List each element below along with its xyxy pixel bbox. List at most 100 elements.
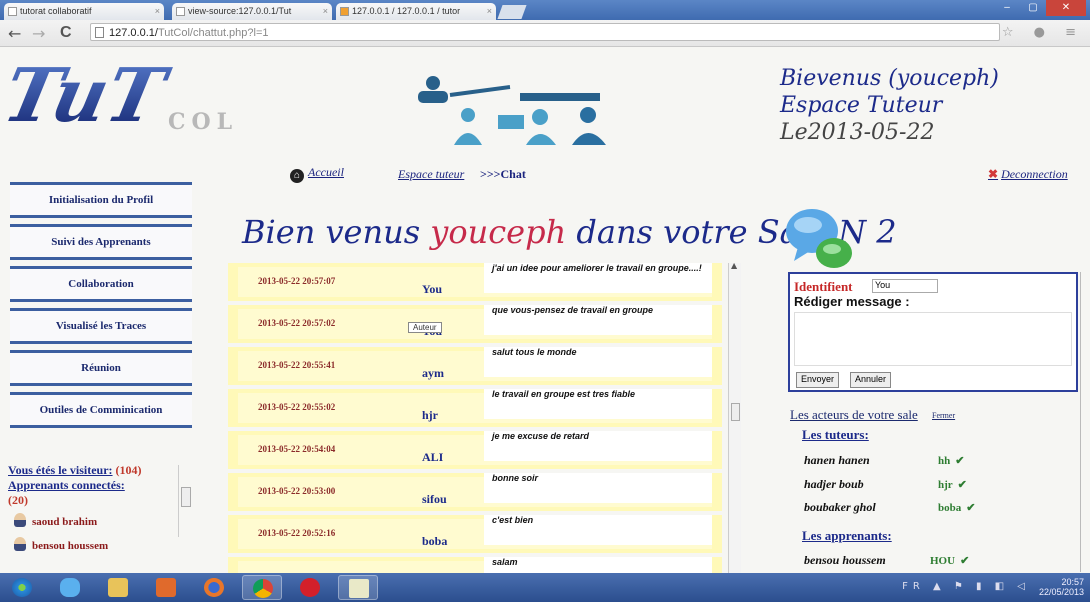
page-scrollbar[interactable] (1080, 272, 1089, 572)
message-time: 2013-05-22 20:54:04 (258, 444, 336, 454)
checkmark-icon: ✔ (960, 555, 970, 567)
connected-user-name: bensou houssem (32, 540, 109, 552)
home-icon: ⌂ (290, 169, 304, 183)
message-time: 2013-05-22 20:57:02 (258, 318, 336, 328)
forward-arrow-icon[interactable]: → (32, 24, 45, 43)
svg-text:TuT: TuT (8, 55, 177, 137)
web-page: TuT COL Bievenus (youceph) Espace Tuteur… (0, 47, 1090, 573)
chat-message-row: 2013-05-22 20:54:04 ALI je me excuse de … (228, 431, 722, 469)
title-prefix: Bien venus (242, 213, 431, 251)
scroll-thumb[interactable] (181, 487, 191, 507)
tab-phpmyadmin[interactable]: 127.0.0.1 / 127.0.0.1 / tutor × (336, 3, 496, 20)
actors-title: Les acteurs de votre sale (790, 407, 918, 422)
address-bar[interactable]: 127.0.0.1/TutCol/chattut.php?l=1 (90, 23, 1000, 41)
message-author[interactable]: hjr (422, 408, 438, 423)
chat-message-row: 2013-05-22 20:52:16 boba c'est bien (228, 515, 722, 553)
sidebar-item-label: Réunion (81, 362, 121, 374)
chat-scrollbar[interactable]: ▲ (728, 261, 741, 573)
learners-heading: Les apprenants: (802, 528, 892, 543)
user-avatar-icon (14, 537, 26, 551)
window-controls: – ▢ ✕ (994, 0, 1086, 18)
chat-message-row: 2013-05-22 20:55:02 hjr le travail en gr… (228, 389, 722, 427)
tab-tutorat[interactable]: tutorat collaboratif × (4, 3, 164, 20)
tab-close-icon[interactable]: × (487, 3, 492, 20)
message-time: 2013-05-22 20:53:00 (258, 486, 336, 496)
taskbar-media[interactable] (146, 575, 186, 600)
reload-icon[interactable]: C (60, 24, 72, 42)
taskbar-chrome[interactable] (242, 575, 282, 600)
tab-title: 127.0.0.1 / 127.0.0.1 / tutor (352, 6, 461, 16)
scroll-thumb[interactable] (731, 403, 740, 421)
close-actors-link[interactable]: Fermer (932, 411, 955, 420)
start-button[interactable] (2, 575, 42, 600)
tutor-name: hadjer boub (804, 477, 864, 491)
taskbar-opera[interactable] (290, 575, 330, 600)
close-window-button[interactable]: ✕ (1046, 0, 1086, 16)
connected-user[interactable]: saoud brahim (14, 513, 97, 528)
message-author[interactable]: boba (422, 534, 447, 549)
clock-time: 20:57 (1061, 577, 1084, 587)
visitor-stats: Vous étés le visiteur: (104) Apprenants … (8, 463, 188, 508)
chat-message-row: 2013-05-22 20:55:41 aym salut tous le mo… (228, 347, 722, 385)
message-textarea[interactable] (794, 312, 1072, 366)
tab-close-icon[interactable]: × (323, 3, 328, 20)
svg-text:COL: COL (168, 109, 238, 135)
sidebar-item-traces[interactable]: Visualisé les Traces (10, 308, 192, 344)
maximize-button[interactable]: ▢ (1020, 0, 1046, 16)
tab-close-icon[interactable]: × (155, 3, 160, 20)
minimize-button[interactable]: – (994, 0, 1020, 16)
logout-label: Deconnection (1001, 167, 1068, 181)
close-x-icon: ✖ (988, 167, 999, 181)
user-avatar-icon (14, 513, 26, 527)
taskbar-clock[interactable]: 20:57 22/05/2013 (1039, 577, 1084, 597)
back-arrow-icon[interactable]: ← (8, 24, 21, 43)
nav-espace-tuteur[interactable]: Espace tuteur (398, 167, 464, 182)
send-button[interactable]: Envoyer (796, 372, 840, 388)
tutor-nick: hjr (938, 479, 953, 491)
compose-box: Identifient You Rédiger message : Envoye… (788, 272, 1078, 392)
taskbar-firefox[interactable] (194, 575, 234, 600)
message-text: le travail en groupe est tres fiable (492, 389, 636, 399)
page-icon (8, 7, 17, 16)
sidebar-item-profil[interactable]: Initialisation du Profil (10, 182, 192, 218)
sidebar-item-collaboration[interactable]: Collaboration (10, 266, 192, 302)
system-tray-icons[interactable]: FR ▲ ⚑ ▮ ◧ ◁ (902, 581, 1030, 592)
message-author[interactable]: ALI (422, 450, 443, 465)
checkmark-icon: ✔ (955, 455, 965, 467)
sidebar-scrollbar[interactable] (178, 465, 191, 537)
collaboration-illustration (418, 76, 606, 145)
page-icon (95, 27, 104, 38)
tutors-heading: Les tuteurs: (802, 427, 869, 442)
taskbar-ie[interactable] (50, 575, 90, 600)
checkmark-icon: ✔ (966, 502, 976, 514)
sidebar-item-communication[interactable]: Outiles de Comminication (10, 392, 192, 428)
message-author[interactable]: You (422, 282, 442, 297)
scroll-up-icon[interactable]: ▲ (731, 261, 737, 270)
connected-user[interactable]: bensou houssem (14, 537, 108, 552)
taskbar-explorer[interactable] (98, 575, 138, 600)
identifier-field[interactable]: You (872, 279, 938, 293)
tutor-name: boubaker ghol (804, 500, 876, 514)
sidebar-item-label: Collaboration (68, 278, 134, 290)
top-navigation: ⌂ Accueil Espace tuteur >>>Chat ✖ Deconnec… (0, 165, 1090, 183)
message-text: salam (492, 557, 518, 567)
logout-link[interactable]: ✖ Deconnection (988, 167, 1068, 182)
nav-accueil[interactable]: ⌂ Accueil (290, 165, 344, 183)
message-time: 2013-05-22 20:55:02 (258, 402, 336, 412)
sidebar-item-reunion[interactable]: Réunion (10, 350, 192, 386)
sidebar-item-label: Outiles de Comminication (39, 404, 163, 416)
taskbar-app[interactable] (338, 575, 378, 600)
message-author[interactable]: sifou (422, 492, 447, 507)
nav-chat-current: >>>Chat (480, 167, 526, 181)
tab-view-source[interactable]: view-source:127.0.0.1/Tut × (172, 3, 332, 20)
toolbar-extension-icons[interactable]: ☆ ● ≡ (1002, 25, 1084, 40)
tab-title: view-source:127.0.0.1/Tut (188, 6, 292, 16)
sidebar-item-suivi[interactable]: Suivi des Apprenants (10, 224, 192, 260)
application-icon (349, 579, 369, 598)
message-author[interactable]: aym (422, 366, 444, 381)
learner-nick: HOU (930, 555, 956, 567)
browser-toolbar: ← → C 127.0.0.1/TutCol/chattut.php?l=1 ☆… (0, 20, 1090, 47)
cancel-button[interactable]: Annuler (850, 372, 892, 388)
learner-name: bensou houssem (804, 553, 886, 567)
new-tab-button[interactable] (497, 5, 527, 19)
